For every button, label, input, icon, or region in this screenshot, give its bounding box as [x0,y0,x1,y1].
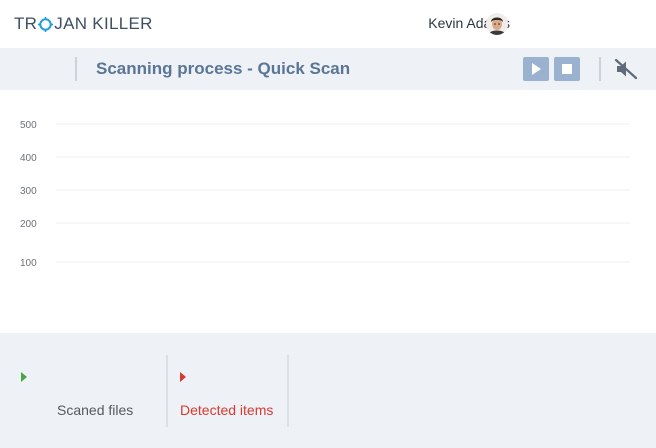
logo-text-left: TR [14,14,38,33]
detected-arrow-icon [180,372,186,382]
scan-toolbar: Scanning process - Quick Scan [0,48,656,90]
crosshair-o-icon [38,16,54,32]
play-button[interactable] [523,57,549,81]
speaker-muted-icon[interactable] [614,58,638,80]
app-header: TR JAN KILLER Kevin Adams [0,0,656,48]
y-tick-label: 300 [20,186,37,197]
scanned-arrow-icon [21,372,27,382]
logo-text-right: JAN KILLER [54,14,153,33]
scanned-files-label: Scaned files [57,402,134,418]
user-avatar-icon[interactable] [486,13,508,35]
scan-chart-svg: 500 400 300 200 100 [20,120,630,269]
y-tick-label: 500 [20,120,37,131]
toolbar-divider [599,57,601,81]
y-tick-label: 200 [20,219,37,230]
scan-chart: 500 400 300 200 100 [0,90,656,333]
y-tick-label: 400 [20,153,37,164]
toolbar-divider [75,57,77,81]
stats-divider [166,355,168,427]
stop-button[interactable] [554,57,580,81]
scan-stats: Scaned files Detected items [0,333,656,448]
stats-divider [287,355,289,427]
scan-title: Scanning process - Quick Scan [96,59,351,78]
app-logo[interactable]: TR JAN KILLER [14,13,153,35]
stop-icon [562,64,572,74]
detected-items-label: Detected items [180,402,274,418]
play-icon [532,63,541,75]
y-tick-label: 100 [20,258,37,269]
